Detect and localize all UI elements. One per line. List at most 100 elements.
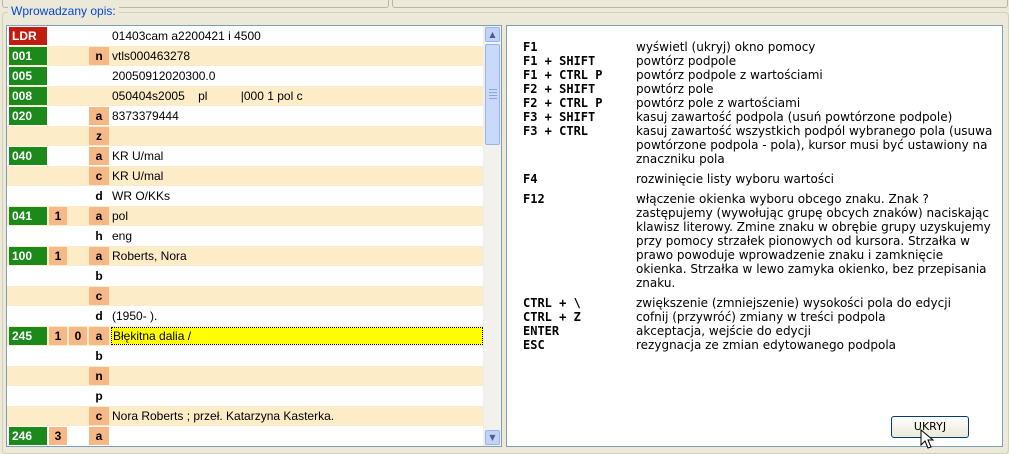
subfield-value[interactable]: 8373379444 bbox=[111, 107, 484, 125]
subfield-value[interactable]: KR U/mal bbox=[111, 147, 484, 165]
marc-field-row[interactable]: 246 3 a bbox=[7, 426, 485, 446]
subfield-code[interactable]: c bbox=[89, 287, 109, 305]
scroll-up-arrow-icon[interactable]: ▲ bbox=[485, 27, 500, 42]
marc-field-row[interactable]: b bbox=[7, 266, 485, 286]
indicator-1[interactable]: 3 bbox=[49, 427, 67, 445]
subfield-value[interactable] bbox=[111, 267, 484, 285]
help-shortcut-key: F2 + CTRL P bbox=[523, 96, 603, 110]
marc-record-editor[interactable]: LDR 01403cam a2200421 i 4500 001 n vtls00046… bbox=[6, 25, 502, 447]
subfield-code[interactable]: n bbox=[89, 367, 109, 385]
field-tag[interactable]: 100 bbox=[9, 247, 47, 265]
subfield-code[interactable]: b bbox=[89, 347, 109, 365]
indicator-2[interactable]: 0 bbox=[69, 327, 87, 345]
help-entry: ESC rezygnacja ze zmian edytowanego podpo… bbox=[523, 338, 993, 352]
subfield-value[interactable]: 050404s2005 pl |000 1 pol c bbox=[111, 87, 484, 105]
marc-field-row[interactable]: b bbox=[7, 346, 485, 366]
marc-field-row[interactable]: 005 20050912020300.0 bbox=[7, 66, 485, 86]
help-entry: F3 + SHIFT kasuj zawartość podpola (usuń … bbox=[523, 110, 993, 124]
subfield-code[interactable]: z bbox=[89, 127, 109, 145]
indicator-1[interactable]: 1 bbox=[49, 327, 67, 345]
subfield-value[interactable]: vtls000463278 bbox=[111, 47, 484, 65]
subfield-value[interactable]: KR U/mal bbox=[111, 167, 484, 185]
marc-field-row[interactable]: p bbox=[7, 386, 485, 406]
subfield-value[interactable]: Nora Roberts ; przeł. Katarzyna Kasterka… bbox=[111, 407, 484, 425]
subfield-value[interactable] bbox=[111, 347, 484, 365]
help-shortcut-description: akceptacja, wejście do edycji bbox=[636, 324, 811, 338]
help-entry: F3 + CTRL kasuj zawartość wszystkich podp… bbox=[523, 124, 993, 166]
subfield-value[interactable] bbox=[111, 127, 484, 145]
scroll-thumb[interactable] bbox=[485, 44, 500, 145]
help-entry: F4 rozwinięcie listy wyboru wartości bbox=[523, 172, 993, 186]
help-shortcut-key: F3 + SHIFT bbox=[523, 110, 596, 124]
help-shortcut-key: F1 + SHIFT bbox=[523, 54, 596, 68]
marc-field-row[interactable]: d (1950- ). bbox=[7, 306, 485, 326]
subfield-value[interactable] bbox=[111, 367, 484, 385]
marc-field-row[interactable]: 008 050404s2005 pl |000 1 pol c bbox=[7, 86, 485, 106]
marc-field-row[interactable]: LDR 01403cam a2200421 i 4500 bbox=[7, 26, 485, 46]
subfield-code[interactable]: h bbox=[89, 227, 109, 245]
subfield-code[interactable]: b bbox=[89, 267, 109, 285]
indicator-1[interactable]: 1 bbox=[49, 247, 67, 265]
thumb-grip bbox=[489, 98, 497, 99]
marc-field-row[interactable]: z bbox=[7, 126, 485, 146]
help-shortcut-key: CTRL + Z bbox=[523, 310, 581, 324]
subfield-code[interactable]: c bbox=[89, 407, 109, 425]
subfield-value[interactable] bbox=[111, 387, 484, 405]
field-tag[interactable]: 005 bbox=[9, 67, 47, 85]
thumb-grip bbox=[489, 89, 497, 90]
help-entry: F1 + CTRL P powtórz podpole z wartościami bbox=[523, 68, 993, 82]
marc-field-row[interactable]: c Nora Roberts ; przeł. Katarzyna Kasterk… bbox=[7, 406, 485, 426]
field-tag[interactable]: LDR bbox=[9, 27, 47, 45]
help-entry: F1 + SHIFT powtórz podpole bbox=[523, 54, 993, 68]
help-entry: F12 włączenie okienka wyboru obcego znaku… bbox=[523, 192, 993, 290]
marc-field-row[interactable]: 040 a KR U/mal bbox=[7, 146, 485, 166]
subfield-code[interactable]: d bbox=[89, 307, 109, 325]
marc-field-row[interactable]: 100 1 a Roberts, Nora bbox=[7, 246, 485, 266]
field-tag[interactable]: 245 bbox=[9, 327, 47, 345]
subfield-code[interactable]: a bbox=[89, 107, 109, 125]
indicator-1[interactable]: 1 bbox=[49, 207, 67, 225]
subfield-code[interactable]: a bbox=[89, 327, 109, 345]
help-panel: F1 wyświetl (ukryj) okno pomocy F1 + SHIFT… bbox=[506, 25, 1003, 449]
help-shortcut-description: kasuj zawartość wszystkich podpól wybran… bbox=[636, 124, 993, 166]
scroll-down-arrow-icon[interactable]: ▼ bbox=[485, 430, 500, 445]
help-shortcut-key: F4 bbox=[523, 172, 538, 186]
marc-field-row[interactable]: d WR O/KKs bbox=[7, 186, 485, 206]
subfield-code[interactable]: p bbox=[89, 387, 109, 405]
vertical-scrollbar[interactable]: ▲ ▼ bbox=[483, 26, 501, 446]
subfield-code[interactable]: a bbox=[89, 207, 109, 225]
subfield-value-input[interactable]: Błękitna dalia / bbox=[111, 327, 483, 345]
subfield-code[interactable]: a bbox=[89, 247, 109, 265]
marc-field-row[interactable]: c KR U/mal bbox=[7, 166, 485, 186]
subfield-code[interactable]: n bbox=[89, 47, 109, 65]
field-tag[interactable]: 246 bbox=[9, 427, 47, 445]
field-tag[interactable]: 001 bbox=[9, 47, 47, 65]
subfield-value[interactable] bbox=[111, 287, 484, 305]
subfield-value[interactable]: eng bbox=[111, 227, 484, 245]
marc-field-row[interactable]: h eng bbox=[7, 226, 485, 246]
subfield-value[interactable]: WR O/KKs bbox=[111, 187, 484, 205]
marc-field-row[interactable]: 020 a 8373379444 bbox=[7, 106, 485, 126]
subfield-value[interactable]: Roberts, Nora bbox=[111, 247, 484, 265]
field-tag[interactable]: 041 bbox=[9, 207, 47, 225]
subfield-value[interactable]: 01403cam a2200421 i 4500 bbox=[111, 27, 484, 45]
help-shortcut-description: włączenie okienka wyboru obcego znaku. Z… bbox=[636, 192, 991, 290]
marc-field-row[interactable]: n bbox=[7, 366, 485, 386]
subfield-code[interactable]: c bbox=[89, 167, 109, 185]
marc-field-row[interactable]: c bbox=[7, 286, 485, 306]
subfield-value[interactable]: (1950- ). bbox=[111, 307, 484, 325]
subfield-value[interactable]: 20050912020300.0 bbox=[111, 67, 484, 85]
marc-field-row[interactable]: 041 1 a pol bbox=[7, 206, 485, 226]
field-tag[interactable]: 008 bbox=[9, 87, 47, 105]
subfield-code[interactable]: a bbox=[89, 427, 109, 445]
field-tag[interactable]: 040 bbox=[9, 147, 47, 165]
field-tag[interactable]: 020 bbox=[9, 107, 47, 125]
help-shortcut-key: ESC bbox=[523, 338, 545, 352]
marc-field-row[interactable]: 001 n vtls000463278 bbox=[7, 46, 485, 66]
subfield-code[interactable]: a bbox=[89, 147, 109, 165]
subfield-value[interactable]: pol bbox=[111, 207, 484, 225]
subfield-value[interactable] bbox=[111, 427, 484, 445]
help-shortcut-description: rezygnacja ze zmian edytowanego podpola bbox=[636, 338, 897, 352]
subfield-code[interactable]: d bbox=[89, 187, 109, 205]
marc-field-row[interactable]: 245 1 0 a Błękitna dalia / bbox=[7, 326, 485, 346]
